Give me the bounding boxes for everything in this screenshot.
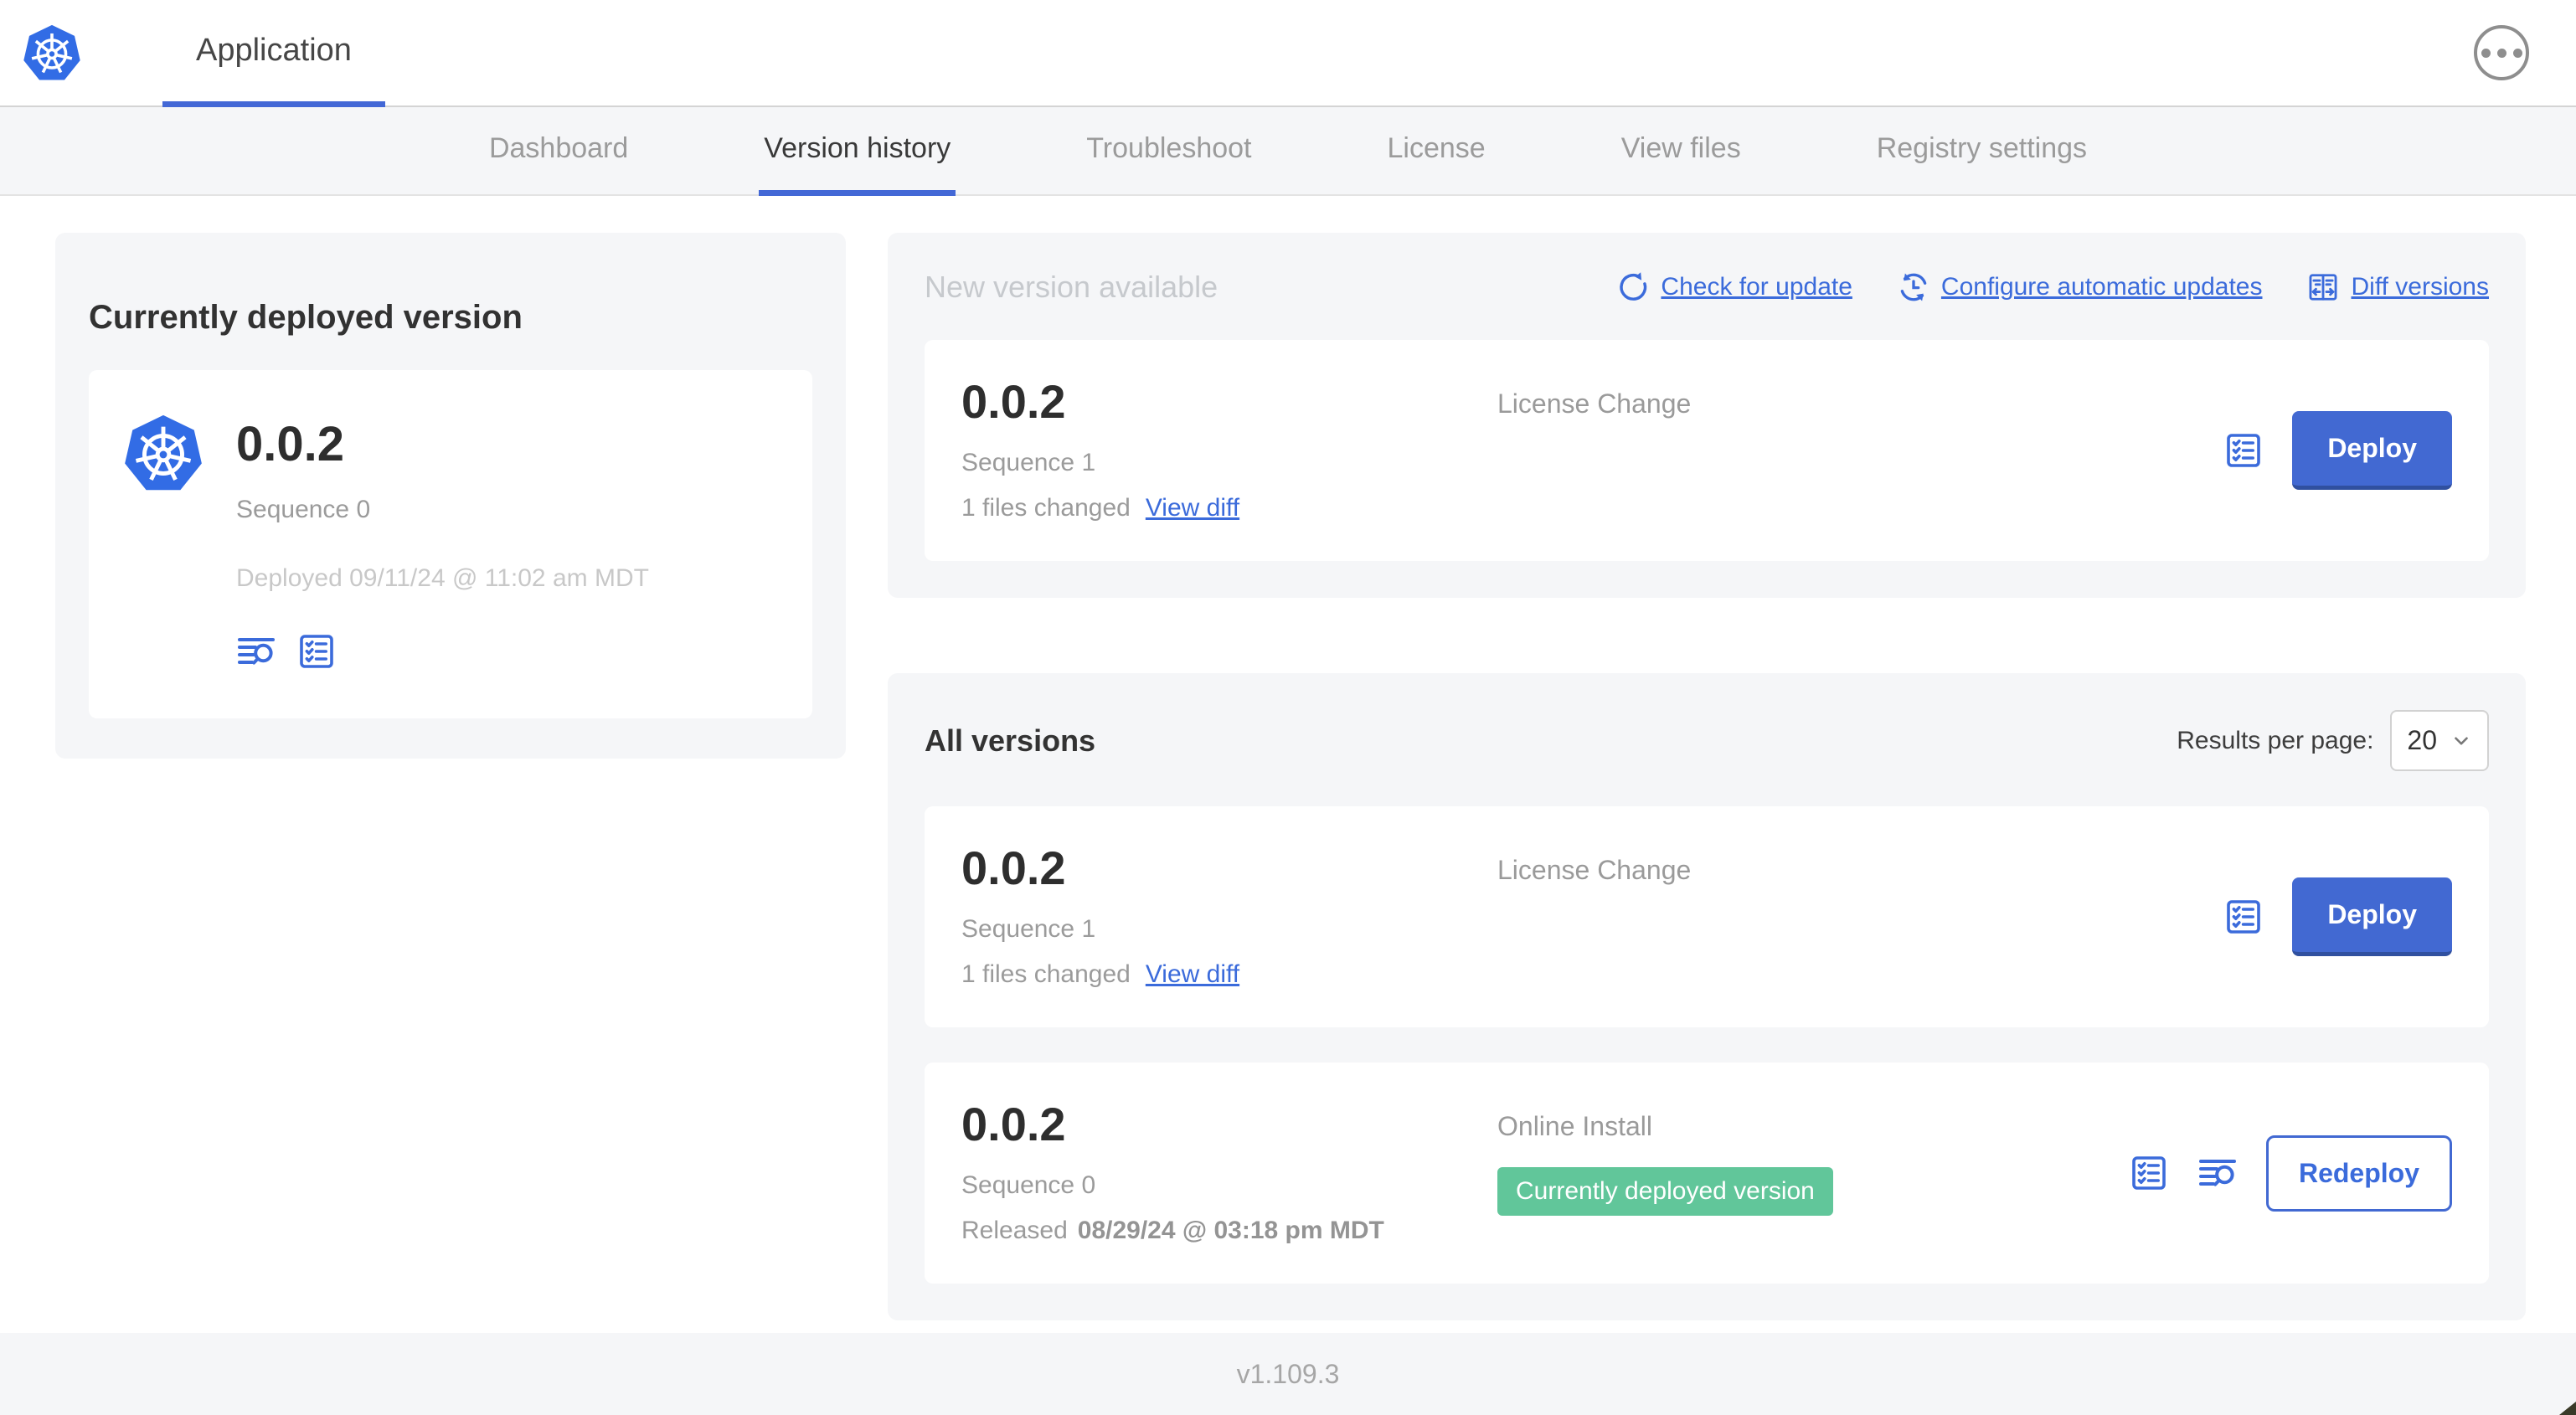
tab-registry-settings[interactable]: Registry settings	[1872, 107, 2092, 196]
kubernetes-app-icon	[122, 412, 204, 671]
checklist-icon[interactable]	[2223, 430, 2264, 471]
checklist-icon[interactable]	[2129, 1153, 2169, 1193]
refresh-icon	[1617, 271, 1649, 303]
released-line: Released 08/29/24 @ 03:18 pm MDT	[961, 1217, 1497, 1245]
app-tab-application[interactable]: Application	[162, 0, 385, 107]
new-version-title: New version available	[925, 270, 1218, 304]
results-per-page: Results per page: 20	[2177, 710, 2489, 771]
deploy-button[interactable]: Deploy	[2292, 877, 2452, 956]
version-row: 0.0.2 Sequence 0 Released 08/29/24 @ 03:…	[925, 1063, 2489, 1284]
source-label: License Change	[1497, 388, 1692, 419]
new-version-header: New version available Check for update C…	[925, 270, 2489, 305]
source-label: License Change	[1497, 855, 1692, 885]
diff-versions-label: Diff versions	[2351, 273, 2489, 301]
files-changed-line: 1 files changed View diff	[961, 494, 1497, 522]
currently-deployed-title: Currently deployed version	[89, 299, 523, 337]
footer: v1.109.3	[0, 1333, 2576, 1415]
check-for-update-label: Check for update	[1661, 273, 1852, 301]
file-search-icon[interactable]	[2197, 1153, 2238, 1193]
results-per-page-label: Results per page:	[2177, 726, 2374, 754]
checklist-icon[interactable]	[296, 631, 337, 671]
tab-dashboard[interactable]: Dashboard	[484, 107, 633, 196]
checklist-icon[interactable]	[2223, 897, 2264, 937]
all-versions-header: All versions Results per page: 20	[925, 710, 2489, 771]
redeploy-button[interactable]: Redeploy	[2265, 1135, 2452, 1212]
version-number: 0.0.2	[961, 841, 1066, 894]
kubernetes-logo	[22, 0, 82, 105]
right-column: New version available Check for update C…	[888, 233, 2526, 1320]
files-changed-label: 1 files changed	[961, 494, 1131, 522]
page: Application Dashboard Version history Tr…	[0, 0, 2576, 1415]
topbar-right	[2474, 0, 2529, 105]
subnav: Dashboard Version history Troubleshoot L…	[0, 107, 2576, 196]
view-diff-link[interactable]: View diff	[1146, 494, 1239, 522]
configure-automatic-updates-link[interactable]: Configure automatic updates	[1898, 271, 2263, 303]
tab-troubleshoot[interactable]: Troubleshoot	[1081, 107, 1256, 196]
version-source: Online Install Currently deployed versio…	[1497, 1101, 2129, 1216]
auto-update-icon	[1898, 271, 1929, 303]
diff-versions-link[interactable]: Diff versions	[2307, 271, 2489, 303]
version-sequence: Sequence 1	[961, 449, 1096, 476]
console-version: v1.109.3	[1236, 1358, 1340, 1389]
row-actions: Redeploy	[2129, 1135, 2452, 1212]
deployed-version-details: 0.0.2 Sequence 0 Deployed 09/11/24 @ 11:…	[236, 412, 649, 671]
tab-version-history[interactable]: Version history	[759, 107, 956, 196]
version-row: 0.0.2 Sequence 1 1 files changed View di…	[925, 806, 2489, 1027]
deployed-version-number: 0.0.2	[236, 417, 344, 472]
version-number: 0.0.2	[961, 375, 1066, 428]
files-changed-line: 1 files changed View diff	[961, 960, 1497, 989]
top-bar: Application	[0, 0, 2576, 107]
app-tab-label: Application	[196, 33, 352, 68]
released-label: Released	[961, 1217, 1068, 1244]
deployed-timestamp: Deployed 09/11/24 @ 11:02 am MDT	[236, 564, 649, 593]
deployed-sequence: Sequence 0	[236, 496, 371, 524]
files-changed-label: 1 files changed	[961, 960, 1131, 988]
new-version-actions: Check for update Configure automatic upd…	[1617, 271, 2489, 303]
released-date: 08/29/24 @ 03:18 pm MDT	[1077, 1217, 1384, 1244]
version-info: 0.0.2 Sequence 1 1 files changed View di…	[961, 378, 1497, 522]
configure-automatic-updates-label: Configure automatic updates	[1940, 273, 2263, 301]
source-label: Online Install	[1497, 1111, 1652, 1141]
all-versions-title: All versions	[925, 723, 1096, 758]
currently-deployed-card: Currently deployed version 0.0.2 Sequenc…	[55, 233, 846, 759]
version-sequence: Sequence 1	[961, 915, 1096, 943]
deployed-actions	[236, 631, 649, 671]
version-source: License Change	[1497, 378, 2223, 419]
currently-deployed-badge: Currently deployed version	[1497, 1167, 1833, 1216]
tab-license[interactable]: License	[1383, 107, 1491, 196]
ellipsis-menu-icon[interactable]	[2474, 25, 2529, 80]
check-for-update-link[interactable]: Check for update	[1617, 271, 1852, 303]
all-versions-card: All versions Results per page: 20 0.0.2 …	[888, 673, 2526, 1320]
main-content: Currently deployed version 0.0.2 Sequenc…	[0, 196, 2576, 1333]
row-actions: Deploy	[2223, 411, 2452, 490]
results-per-page-select[interactable]: 20	[2390, 710, 2489, 771]
deploy-button[interactable]: Deploy	[2292, 411, 2452, 490]
version-source: License Change	[1497, 845, 2223, 886]
version-info: 0.0.2 Sequence 0 Released 08/29/24 @ 03:…	[961, 1101, 1497, 1245]
new-version-row: 0.0.2 Sequence 1 1 files changed View di…	[925, 340, 2489, 561]
file-search-icon[interactable]	[236, 631, 276, 671]
chevron-down-icon	[2450, 730, 2472, 752]
row-actions: Deploy	[2223, 877, 2452, 956]
version-info: 0.0.2 Sequence 1 1 files changed View di…	[961, 845, 1497, 989]
tab-view-files[interactable]: View files	[1616, 107, 1746, 196]
deployed-version-card: 0.0.2 Sequence 0 Deployed 09/11/24 @ 11:…	[89, 370, 812, 719]
left-column: Currently deployed version 0.0.2 Sequenc…	[55, 233, 846, 759]
version-sequence: Sequence 0	[961, 1171, 1096, 1199]
diff-icon	[2307, 271, 2339, 303]
version-number: 0.0.2	[961, 1098, 1066, 1150]
results-per-page-value: 20	[2407, 725, 2437, 755]
cursor-artifact	[2559, 1402, 2576, 1415]
new-version-card: New version available Check for update C…	[888, 233, 2526, 598]
view-diff-link[interactable]: View diff	[1146, 960, 1239, 989]
